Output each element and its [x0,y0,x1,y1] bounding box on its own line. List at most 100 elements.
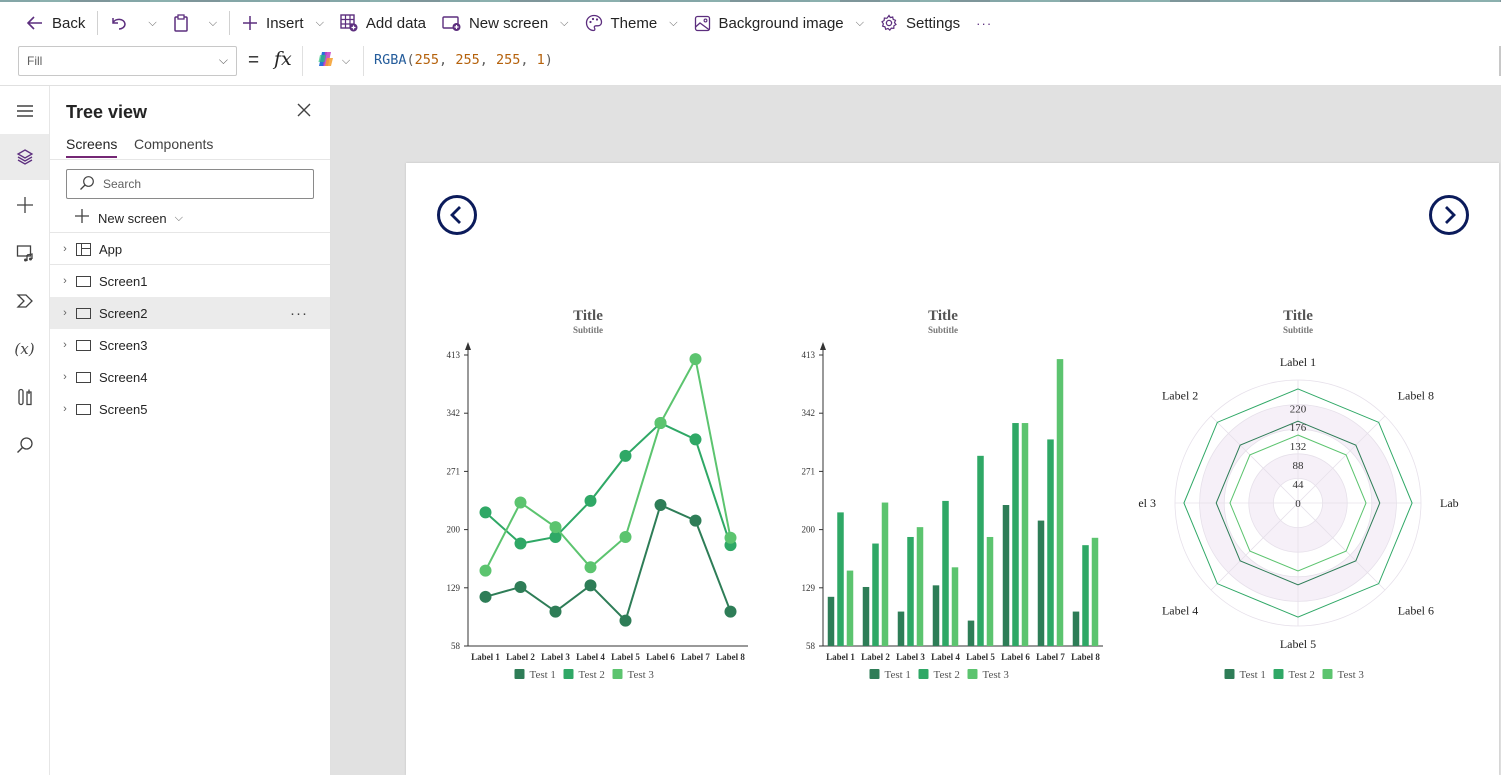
search-rail-button[interactable] [0,422,49,468]
x-tick-label: Label 6 [646,652,675,662]
bar-chart[interactable]: Title Subtitle 58 129 200 271 342 413 Label 1 Lab… [783,298,1143,698]
bar [897,611,905,646]
tree-item-label: Screen2 [99,305,148,321]
tree-view-button[interactable] [0,134,49,180]
chart-subtitle: Subtitle [573,325,603,335]
bar [1012,423,1019,646]
radar-axis-label: Label 4 [1162,604,1198,618]
radar-axis-label: Label 8 [1398,388,1434,402]
data-point [619,449,632,462]
new-screen-button[interactable]: New screen ⌵ [434,7,577,39]
tree-view-panel: Tree view Screens Components Search New … [50,86,331,775]
formula-arg: 255 [414,52,440,68]
data-point [654,417,667,430]
insert-rail-button[interactable] [0,182,49,228]
tab-screens[interactable]: Screens [66,136,118,158]
formula-input[interactable]: RGBA(255, 255, 255, 1) [374,52,553,68]
y-tick-label: 58 [806,641,816,651]
hamburger-menu-button[interactable] [0,88,49,134]
more-commands-button[interactable]: ··· [968,7,1000,39]
chevron-down-icon: ⌵ [560,16,569,29]
data-point [549,605,562,618]
more-icon: ··· [976,15,993,31]
search-input[interactable]: Search [66,169,314,199]
radar-axis-label: Label 2 [1162,388,1198,402]
copilot-icon [316,50,336,73]
equals-sign: = [248,50,260,71]
x-tick-label: Label 4 [931,652,960,662]
title-bar-edge [0,0,1501,2]
variables-button[interactable]: (x) [0,326,49,372]
chevron-down-icon: ⌵ [218,53,228,67]
data-point [584,579,597,592]
tree-item-label: Screen5 [99,401,148,417]
paste-button[interactable] [165,7,197,39]
tree-item-screen4[interactable]: › Screen4 [50,361,330,393]
app-screen: Title Subtitle 58 129 200 271 342 413 Label 1 Lab… [406,163,1499,775]
legend-swatch [1224,669,1235,679]
tree-item-label: App [99,241,123,257]
data-point [479,506,492,519]
theme-button[interactable]: Theme ⌵ [577,7,686,39]
tree-item-screen2[interactable]: › Screen2 ··· [50,297,330,329]
x-tick-label: Label 7 [681,652,710,662]
settings-label: Settings [905,14,961,32]
close-icon [297,103,311,117]
search-icon [79,175,95,194]
back-button[interactable]: Back [18,7,93,39]
tree-item-screen3[interactable]: › Screen3 [50,329,330,361]
divider [50,159,330,160]
chevron-right-icon: › [63,403,67,415]
tree-item-label: Screen4 [99,369,148,385]
bar [1072,611,1080,646]
add-data-button[interactable]: Add data [332,7,434,39]
variables-icon: (x) [14,340,35,358]
panel-title: Tree view [66,102,148,122]
chevron-down-icon: ⌵ [669,16,678,29]
line-chart[interactable]: Title Subtitle 58 129 200 271 342 413 Label 1 Lab… [428,298,788,698]
fx-icon[interactable]: fx [274,48,292,70]
new-screen-tree-button[interactable]: New screen ⌵ [74,208,183,228]
power-automate-button[interactable] [0,278,49,324]
radar-tick-label: 88 [1293,460,1305,472]
legend-swatch [967,669,978,679]
radar-chart[interactable]: Title Subtitle 0 44 88 132 176 220 Label 1 Label … [1138,298,1498,698]
x-tick-label: Label 6 [1001,652,1030,662]
legend-label: Test 3 [983,669,1010,681]
tree-item-app[interactable]: › App [50,233,330,265]
tree-item-screen1[interactable]: › Screen1 [50,265,330,297]
tab-components[interactable]: Components [134,136,213,152]
data-point [654,499,667,512]
radar-chart-svg: TitleSubtitle04488132176220Label 1Label … [1138,308,1458,681]
formula-arg: 1 [536,52,545,68]
undo-icon [110,15,128,31]
chart-subtitle: Subtitle [1283,325,1313,335]
background-image-button[interactable]: Background image ⌵ [686,7,872,39]
data-point [584,494,597,507]
paste-dropdown[interactable]: ⌵ [197,7,225,39]
formula-bar: Fill ⌵ = fx ⌵ RGBA(255, 255, 255, 1) [0,46,1501,86]
more-options-button[interactable]: ··· [290,305,308,322]
legend-label: Test 1 [530,669,556,681]
undo-button[interactable] [102,7,136,39]
media-button[interactable] [0,230,49,276]
bar [1091,537,1099,646]
close-button[interactable] [297,100,311,123]
settings-button[interactable]: Settings [872,7,968,39]
next-button[interactable] [1429,195,1469,235]
search-icon [16,437,33,453]
plus-icon [16,197,33,213]
plus-icon [242,15,258,31]
advanced-tools-button[interactable] [0,374,49,420]
property-select[interactable]: Fill ⌵ [18,46,237,76]
undo-dropdown[interactable]: ⌵ [136,7,164,39]
previous-button[interactable] [437,195,477,235]
clipboard-icon [173,14,189,32]
tree-item-screen5[interactable]: › Screen5 [50,393,330,425]
data-point [619,530,632,543]
y-axis-arrow [465,342,471,350]
x-tick-label: Label 5 [966,652,995,662]
x-tick-label: Label 4 [576,652,605,662]
copilot-button[interactable]: ⌵ [302,46,364,76]
insert-button[interactable]: Insert ⌵ [234,7,332,39]
